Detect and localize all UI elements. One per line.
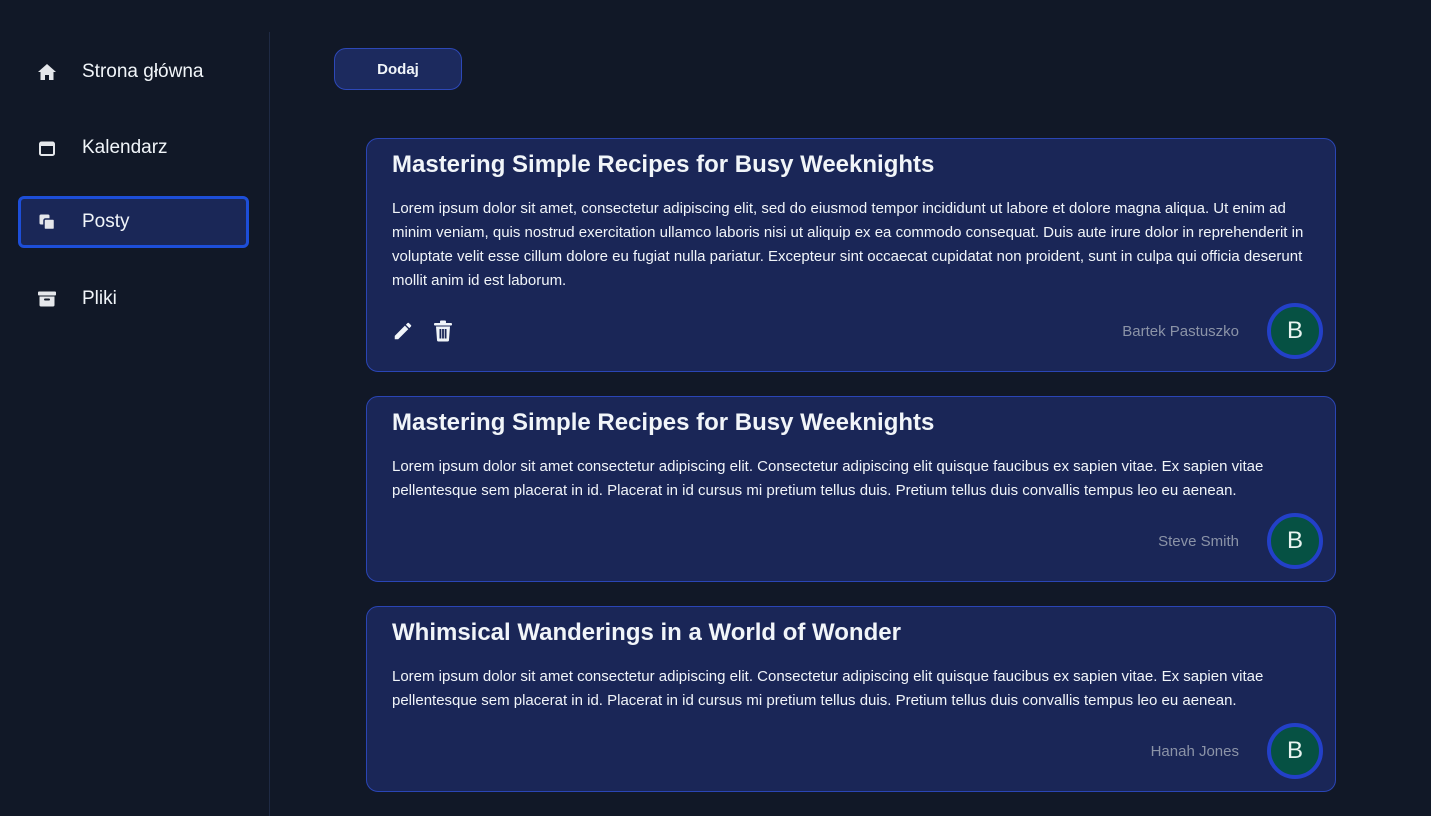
post-actions <box>391 319 455 343</box>
archive-icon <box>37 289 57 309</box>
post-body: Lorem ipsum dolor sit amet, consectetur … <box>392 200 1304 289</box>
post-body: Lorem ipsum dolor sit amet consectetur a… <box>392 668 1264 709</box>
post-title: Mastering Simple Recipes for Busy Weekni… <box>392 151 935 178</box>
sidebar-item-label: Pliki <box>82 288 117 309</box>
sidebar: Strona główna Kalendarz Posty Pliki <box>0 32 270 816</box>
avatar: B <box>1267 303 1323 359</box>
add-button[interactable]: Dodaj <box>334 48 462 90</box>
post-author: Bartek Pastuszko <box>1122 323 1239 340</box>
calendar-icon <box>37 138 57 158</box>
edit-icon[interactable] <box>391 319 415 343</box>
avatar: B <box>1267 513 1323 569</box>
post-author: Steve Smith <box>1158 533 1239 550</box>
copy-icon <box>37 212 57 232</box>
sidebar-item-label: Strona główna <box>82 61 204 82</box>
post-title: Mastering Simple Recipes for Busy Weekni… <box>392 409 935 436</box>
sidebar-item-home[interactable]: Strona główna <box>18 46 249 98</box>
home-icon <box>37 62 57 82</box>
sidebar-item-files[interactable]: Pliki <box>18 273 249 325</box>
post-title: Whimsical Wanderings in a World of Wonde… <box>392 619 901 646</box>
post-body: Lorem ipsum dolor sit amet consectetur a… <box>392 458 1264 499</box>
post-card: Mastering Simple Recipes for Busy Weekni… <box>366 396 1336 582</box>
sidebar-item-label: Kalendarz <box>82 137 168 158</box>
avatar: B <box>1267 723 1323 779</box>
post-card: Whimsical Wanderings in a World of Wonde… <box>366 606 1336 792</box>
sidebar-item-posts[interactable]: Posty <box>18 196 249 248</box>
sidebar-item-calendar[interactable]: Kalendarz <box>18 122 249 174</box>
sidebar-item-label: Posty <box>82 211 130 232</box>
post-card: Mastering Simple Recipes for Busy Weekni… <box>366 138 1336 372</box>
delete-icon[interactable] <box>431 319 455 343</box>
post-author: Hanah Jones <box>1150 743 1239 760</box>
